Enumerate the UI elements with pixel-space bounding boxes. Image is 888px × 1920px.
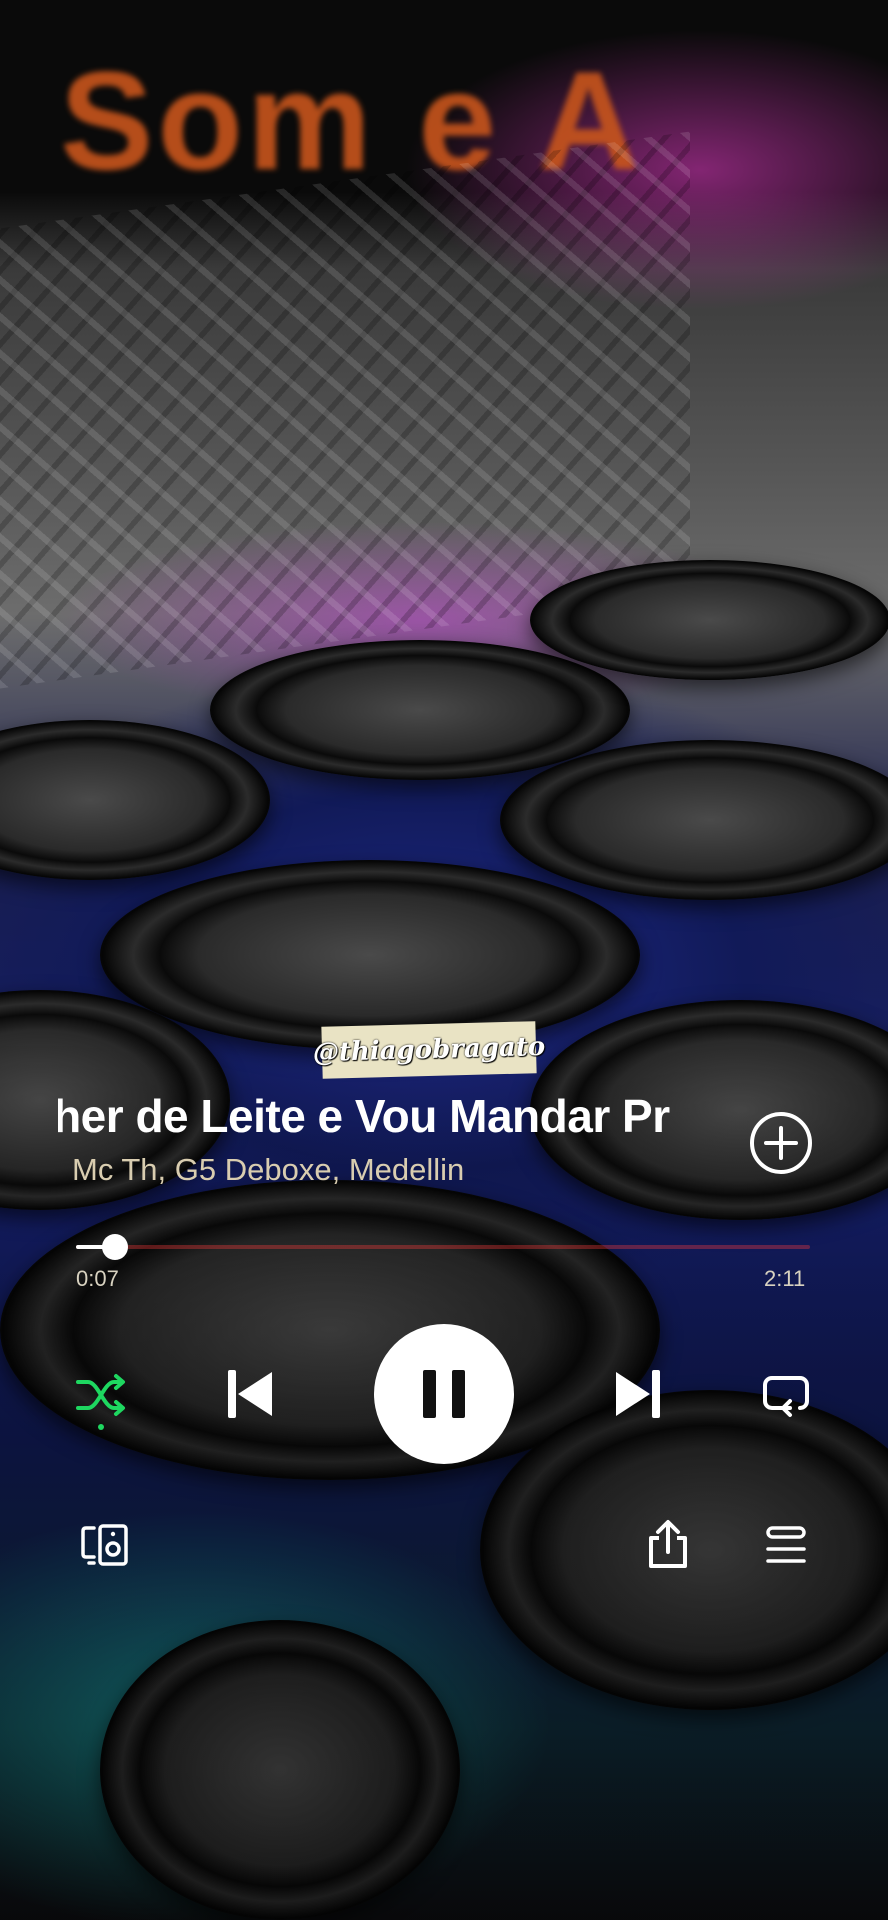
skip-previous-icon	[228, 1370, 272, 1418]
repeat-button[interactable]	[760, 1368, 812, 1420]
total-duration: 2:11	[764, 1266, 806, 1291]
album-art-background: Som e A	[0, 0, 888, 1920]
progress-bar[interactable]	[76, 1234, 810, 1260]
background-speaker	[500, 740, 888, 900]
track-artists[interactable]: Mc Th, G5 Deboxe, Medellin	[72, 1150, 464, 1190]
connect-devices-button[interactable]	[80, 1520, 130, 1570]
background-speaker	[0, 720, 270, 880]
shuffle-active-dot	[98, 1424, 104, 1430]
shuffle-icon	[76, 1374, 125, 1416]
skip-next-icon	[616, 1370, 660, 1418]
play-pause-button[interactable]	[374, 1324, 514, 1464]
repeat-icon	[763, 1376, 809, 1417]
previous-button[interactable]	[222, 1366, 278, 1422]
background-speaker	[530, 560, 888, 680]
plus-circle-icon	[750, 1112, 812, 1174]
shuffle-button[interactable]	[74, 1368, 128, 1422]
connect-device-icon	[81, 1524, 128, 1566]
share-icon	[649, 1520, 687, 1568]
share-button[interactable]	[642, 1518, 694, 1570]
next-button[interactable]	[610, 1366, 666, 1422]
pause-icon	[423, 1370, 465, 1418]
track-title-text: cher de Leite e Vou Mandar Pr	[58, 1090, 670, 1142]
queue-icon	[766, 1526, 806, 1563]
elapsed-time: 0:07	[76, 1266, 119, 1291]
progress-track	[76, 1245, 810, 1249]
track-title[interactable]: cher de Leite e Vou Mandar Pr	[58, 1088, 686, 1144]
queue-button[interactable]	[762, 1522, 810, 1570]
progress-thumb[interactable]	[101, 1234, 128, 1260]
add-to-library-button[interactable]	[748, 1110, 814, 1176]
watermark-label: @thiagobragato	[313, 1021, 545, 1079]
background-speaker	[210, 640, 630, 780]
